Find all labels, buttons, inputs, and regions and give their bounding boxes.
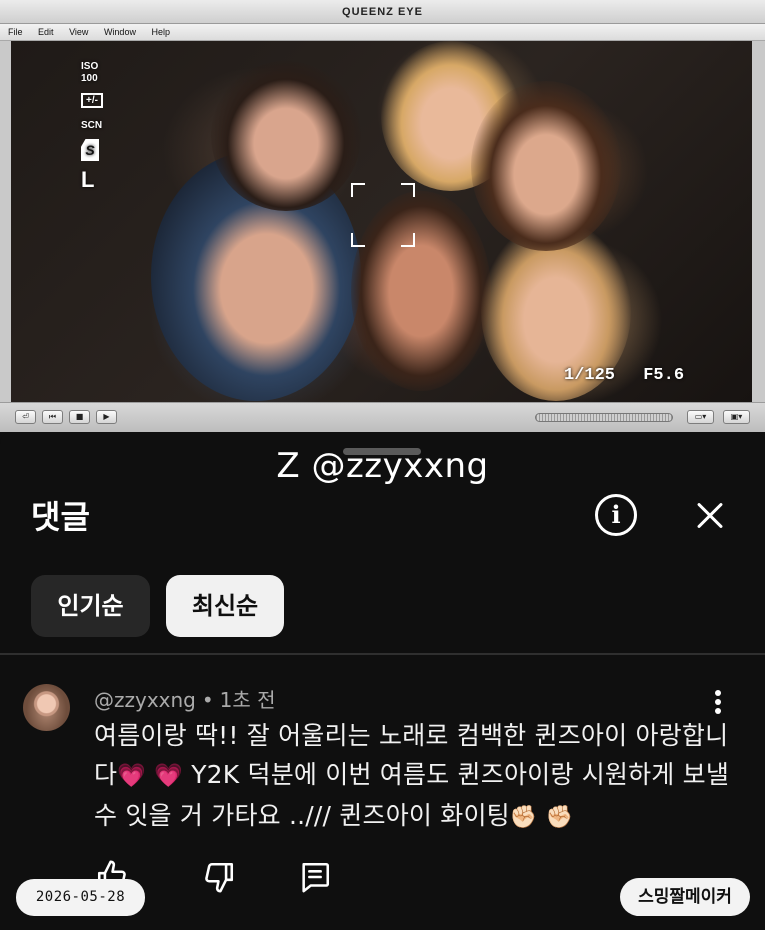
comment-time: 1초 전: [219, 688, 276, 712]
comment-author[interactable]: @zzyxxng: [94, 688, 196, 712]
window-title: QUEENZ EYE: [0, 0, 765, 24]
heart-emoji: 💗: [117, 763, 147, 789]
info-icon[interactable]: i: [595, 494, 637, 536]
photo-subject-shape: [211, 61, 361, 211]
date-badge: 2026-05-28: [16, 879, 145, 916]
comment-meta: @zzyxxng • 1초 전: [94, 684, 276, 713]
menu-file[interactable]: File: [0, 24, 28, 37]
rewind-button[interactable]: ⏮: [42, 410, 63, 424]
menu-edit[interactable]: Edit: [30, 24, 59, 37]
shutter-speed: 1/125: [564, 366, 616, 385]
menu-help[interactable]: Help: [143, 24, 175, 37]
menu-window[interactable]: Window: [96, 24, 141, 37]
play-button[interactable]: ▶: [96, 410, 117, 424]
comments-sheet: Z @zzyxxng 댓글 i 인기순 최신순 @zzyxxng • 1초 전 여름…: [0, 432, 765, 930]
avatar[interactable]: [23, 684, 70, 731]
volume-scrubber[interactable]: [535, 413, 673, 422]
photo-subject-shape: [471, 81, 621, 251]
menu-bar: File Edit View Window Help: [0, 24, 765, 41]
fist-emoji: ✊🏻: [545, 805, 574, 830]
iso-label: ISO: [81, 61, 99, 72]
iso-value: 100: [81, 73, 98, 84]
exposure-comp-icon: +/-: [81, 93, 103, 108]
comment-text: 여름이랑 딱!! 잘 어울리는 노래로 컴백한 퀸즈아이 아랑합니다💗 💗 Y2…: [94, 716, 734, 837]
player-controls: ⏎ ⏮ ■ ▶ ▭▾ ▣▾: [0, 402, 765, 432]
step-back-button[interactable]: ⏎: [15, 410, 36, 424]
divider: [0, 653, 765, 655]
scene-label: SCN: [81, 120, 103, 131]
comment-text-part2: Y2K 덕분에 이번 여름도 퀸즈아이랑 시원하게 보낼 수 잇을 거 가타요 …: [94, 760, 730, 830]
video-player-window: QUEENZ EYE File Edit View Window Help IS…: [0, 0, 765, 432]
dislike-icon[interactable]: [202, 860, 236, 894]
heart-emoji: 💗: [154, 763, 184, 789]
viewfinder-settings: ISO 100 +/- SCN S L: [81, 61, 103, 193]
stop-button[interactable]: ■: [69, 410, 90, 424]
focus-frame-icon: [351, 183, 415, 247]
menu-view[interactable]: View: [61, 24, 93, 37]
display-menu-icon[interactable]: ▭▾: [687, 410, 714, 424]
sort-chip-top[interactable]: 인기순: [31, 575, 150, 637]
settings-menu-icon[interactable]: ▣▾: [723, 410, 750, 424]
meta-separator: •: [201, 688, 214, 712]
sheet-title: 댓글: [31, 498, 90, 536]
maker-badge: 스밍짤메이커: [620, 878, 750, 916]
aperture: F5.6: [643, 366, 685, 385]
reply-icon[interactable]: [298, 860, 332, 894]
sort-chip-newest[interactable]: 최신순: [166, 575, 284, 637]
video-frame[interactable]: ISO 100 +/- SCN S L 1/125 F5.6: [11, 41, 752, 402]
fist-emoji: ✊🏻: [509, 805, 538, 830]
shooting-mode-icon: S: [81, 139, 99, 161]
image-size-label: L: [81, 167, 95, 192]
exposure-readout: 1/125 F5.6: [564, 366, 684, 385]
creator-watermark: Z @zzyxxng: [276, 446, 489, 486]
close-icon[interactable]: [690, 496, 730, 536]
